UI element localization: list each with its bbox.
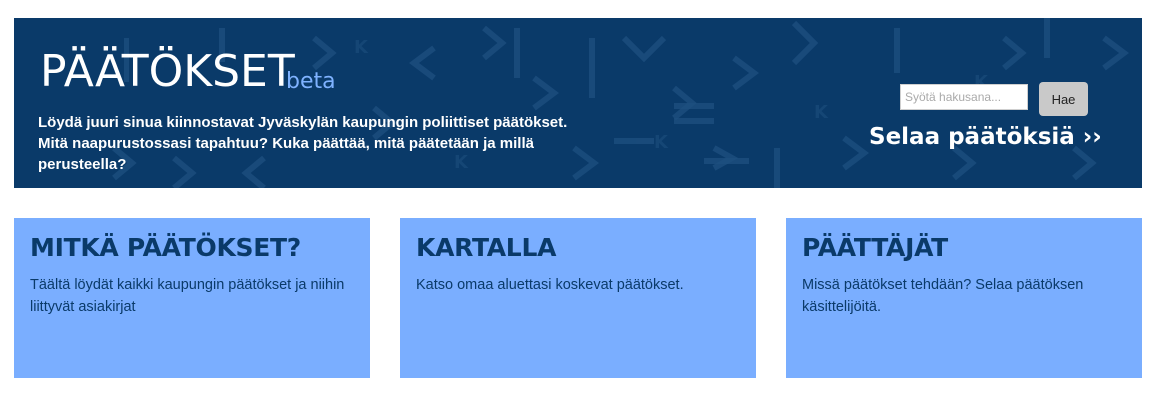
card-title: MITKÄ PÄÄTÖKSET? (30, 233, 301, 262)
card-decision-makers[interactable]: PÄÄTTÄJÄT Missä päätökset tehdään? Selaa… (786, 218, 1142, 378)
card-text: Täältä löydät kaikki kaupungin päätökset… (30, 277, 345, 315)
svg-text:K: K (354, 37, 369, 58)
hero-banner: K K K K K PÄÄTÖKSET beta Löydä juuri sin… (14, 18, 1142, 188)
site-description: Löydä juuri sinua kiinnostavat Jyväskylä… (38, 114, 568, 173)
browse-decisions-link[interactable]: Selaa päätöksiä ›› (869, 122, 1102, 152)
card-title: PÄÄTTÄJÄT (802, 233, 948, 262)
svg-text:K: K (814, 102, 829, 123)
card-decisions[interactable]: MITKÄ PÄÄTÖKSET? Täältä löydät kaikki ka… (14, 218, 370, 378)
card-title: KARTALLA (416, 233, 557, 262)
beta-label: beta (286, 69, 336, 94)
search-input[interactable] (900, 84, 1028, 110)
card-text: Missä päätökset tehdään? Selaa päätöksen… (802, 277, 1084, 315)
card-map[interactable]: KARTALLA Katso omaa aluettasi koskevat p… (400, 218, 756, 378)
search-button[interactable]: Hae (1039, 82, 1088, 116)
card-text: Katso omaa aluettasi koskevat päätökset. (416, 277, 684, 293)
svg-text:K: K (654, 132, 669, 153)
logo[interactable]: PÄÄTÖKSET (40, 48, 295, 96)
